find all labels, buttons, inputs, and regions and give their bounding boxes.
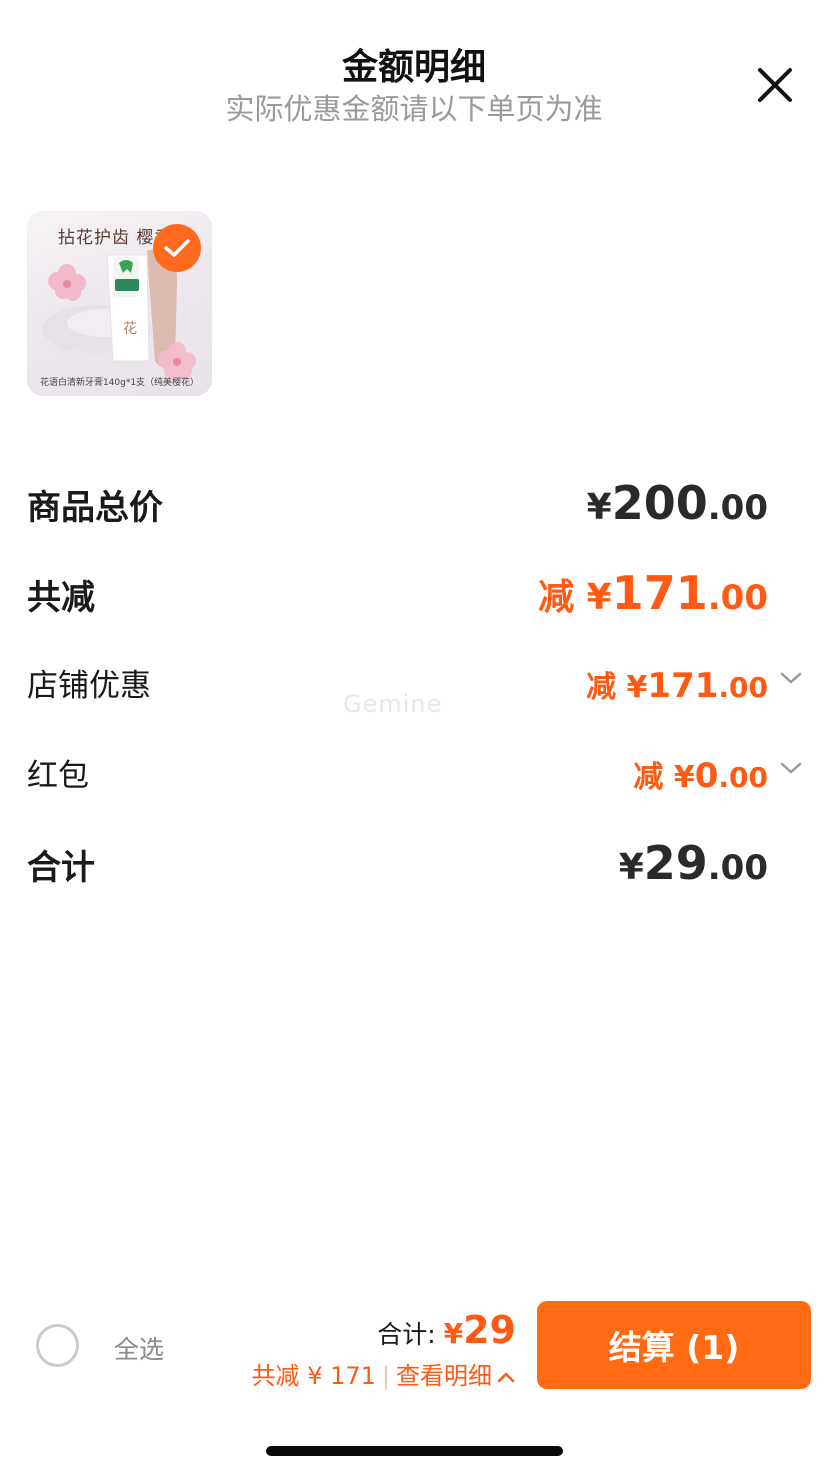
goods-total-row: 商品总价 ¥200.00 [27, 476, 803, 536]
store-discount-value: 减 ¥171.00 [586, 666, 768, 706]
total-discount-label: 共减 [27, 578, 95, 618]
chevron-up-icon [497, 1372, 515, 1383]
select-all-radio[interactable] [36, 1324, 79, 1367]
store-discount-label: 店铺优惠 [27, 668, 151, 704]
bottom-total-label: 合计: [377, 1320, 436, 1349]
view-detail-link[interactable]: 查看明细 [396, 1362, 516, 1390]
product-select-checkbox[interactable] [153, 224, 201, 272]
close-icon [758, 68, 792, 102]
bottom-discount-text: 共减 ¥ 171 [251, 1362, 376, 1390]
sum-row: 合计 ¥29.00 [27, 836, 803, 896]
total-discount-row: 共减 减 ¥171.00 [27, 566, 803, 626]
check-icon [164, 239, 190, 257]
bottom-discount-line: 共减 ¥ 171 | 查看明细 [252, 1356, 516, 1391]
red-packet-label: 红包 [27, 758, 89, 794]
total-discount-value: 减 ¥171.00 [538, 566, 768, 620]
product-caption: 花语白清新牙膏140g*1支（纯美樱花） [39, 378, 200, 388]
select-all-label[interactable]: 全选 [114, 1330, 164, 1366]
chevron-down-icon[interactable] [779, 668, 803, 688]
chevron-down-icon[interactable] [779, 758, 803, 778]
bottom-total-yen: ¥ [443, 1317, 464, 1350]
bottom-total-value: 29 [463, 1308, 516, 1352]
red-packet-value: 减 ¥0.00 [633, 756, 768, 796]
svg-text:花: 花 [123, 321, 137, 337]
close-button[interactable] [752, 62, 798, 108]
home-indicator [266, 1446, 563, 1456]
watermark-text: Gemine [343, 690, 443, 718]
bottom-total: 合计: ¥29 [377, 1308, 516, 1352]
divider: | [381, 1362, 390, 1390]
red-packet-row[interactable]: 红包 减 ¥0.00 [27, 746, 803, 806]
sum-value: ¥29.00 [618, 836, 768, 890]
goods-total-label: 商品总价 [27, 488, 163, 528]
page-subtitle: 实际优惠金额请以下单页为准 [225, 92, 603, 126]
sum-label: 合计 [27, 848, 95, 888]
amount-detail-sheet: 金额明细 实际优惠金额请以下单页为准 花 拈花护齿 樱香四 花语白清新牙膏140… [0, 0, 828, 1472]
goods-total-value: ¥200.00 [586, 476, 768, 530]
page-title: 金额明细 [341, 47, 486, 88]
checkout-button[interactable]: 结算 (1) [537, 1301, 811, 1389]
